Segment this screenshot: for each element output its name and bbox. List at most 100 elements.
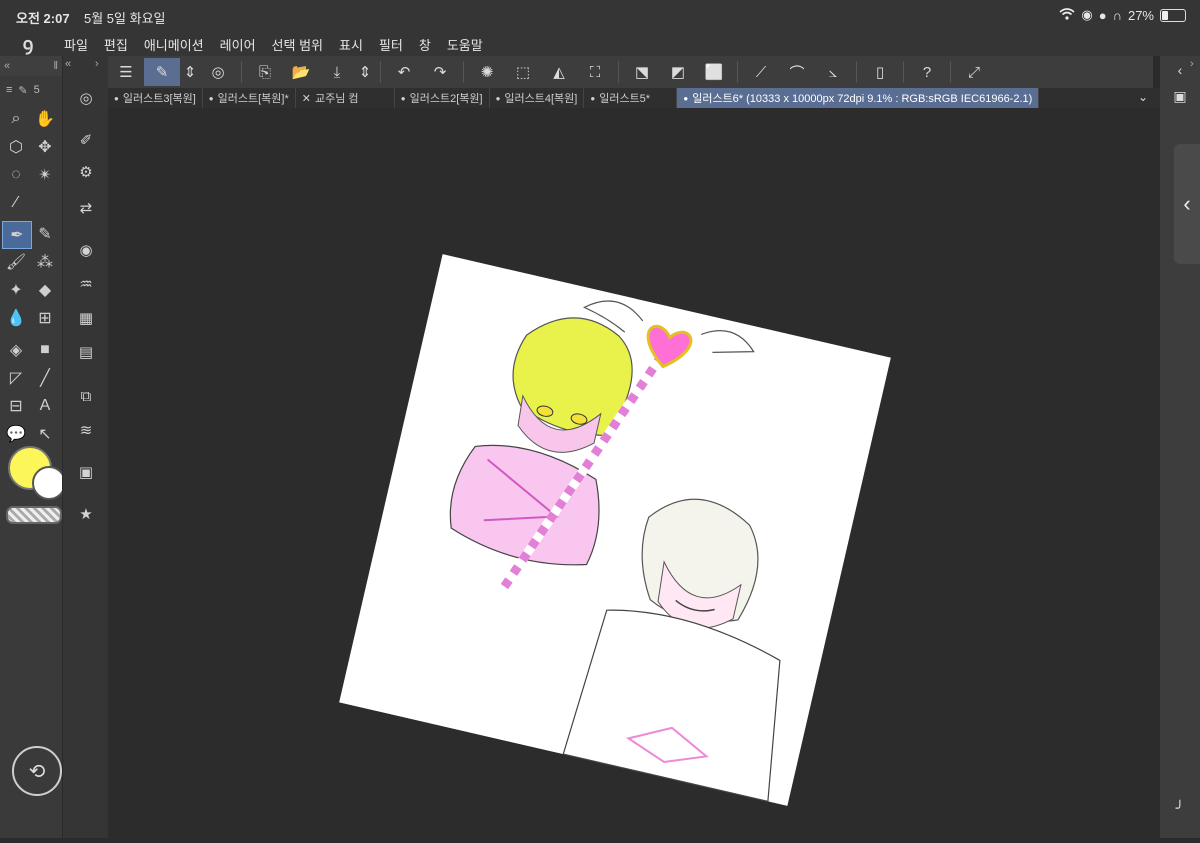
hamburger-menu-icon[interactable]: ☰ (108, 58, 144, 86)
clear-icon[interactable]: ⬚ (505, 58, 541, 86)
collapse-left-icon[interactable]: « (4, 60, 10, 72)
sub-tool-detail-icon[interactable]: ⇄ (73, 196, 99, 220)
text-tool-icon[interactable]: A (31, 393, 59, 419)
line-snap-icon[interactable]: ⦣ (815, 58, 851, 86)
menu-layer[interactable]: 레이어 (212, 35, 264, 54)
tab-canvas-5[interactable]: ● 일러스트4[복원] (490, 88, 585, 108)
airbrush-tool-icon[interactable]: ⁂ (31, 249, 59, 275)
battery-percent: 27% (1127, 7, 1154, 23)
wifi-icon (1059, 7, 1075, 23)
collapse-right-icon[interactable]: ‹ (1168, 58, 1192, 82)
menu-filter[interactable]: 필터 (371, 35, 411, 54)
save-options-icon[interactable]: ⇕ (355, 58, 375, 86)
color-set-icon[interactable]: ♒ (73, 272, 99, 296)
blend-tool-icon[interactable]: 💧 (2, 305, 30, 331)
menu-selection[interactable]: 선택 범위 (264, 35, 331, 54)
loading-spinner-icon[interactable]: ✺ (469, 58, 505, 86)
layer-panel-icon[interactable]: ≋ (73, 418, 99, 442)
menu-lines-icon[interactable]: ≡ (6, 84, 12, 96)
fill-tool-icon[interactable]: ◈ (2, 337, 30, 363)
gradient-tool-icon[interactable]: ■ (31, 337, 59, 363)
move-tool-icon[interactable]: ✥ (31, 134, 59, 160)
tab-canvas-2[interactable]: ● 일러스트[복원]* (203, 88, 296, 108)
transparent-color-swatch[interactable] (6, 506, 62, 524)
brush-tool-icon[interactable]: 🖌 (2, 249, 30, 275)
panel-grip-icon[interactable]: ‖ (53, 60, 58, 72)
color-history-icon[interactable]: ▦ (73, 306, 99, 330)
menu-window[interactable]: 창 (411, 35, 439, 54)
app-logo-icon[interactable]: ꝯ (0, 32, 56, 56)
figure-tool-icon[interactable]: ◸ (2, 365, 30, 391)
deselect-icon[interactable]: ⬔ (624, 58, 660, 86)
magic-wand-icon[interactable]: ✴ (31, 162, 59, 188)
stroke-correction-icon[interactable]: ⌒ (779, 58, 815, 86)
tab-canvas-6[interactable]: ● 일러스트5* (584, 88, 678, 108)
select-all-icon[interactable]: ⬜ (696, 58, 732, 86)
hand-tool-icon[interactable]: ✋ (31, 106, 59, 132)
new-canvas-icon[interactable]: ⎘ (247, 58, 283, 86)
menu-edit[interactable]: 편집 (96, 35, 136, 54)
zoom-tool-icon[interactable]: ⌕ (2, 106, 30, 132)
artwork-svg (339, 254, 891, 806)
color-wheel-icon[interactable]: ◉ (73, 238, 99, 262)
undo-icon[interactable]: ↶ (386, 58, 422, 86)
menu-bar: ꝯ 파일 편집 애니메이션 레이어 선택 범위 표시 필터 창 도움말 (0, 32, 1200, 56)
tab-canvas-4[interactable]: ● 일러스트2[복원] (395, 88, 490, 108)
up-down-toggle-icon[interactable]: ⇕ (180, 58, 200, 86)
corner-resize-icon[interactable]: ╯ (1168, 796, 1192, 820)
save-icon[interactable]: ⤓ (319, 58, 355, 86)
menu-animation[interactable]: 애니메이션 (136, 35, 212, 54)
expand-right-icon[interactable]: › (1190, 58, 1194, 70)
navigator-icon[interactable]: ◎ (73, 86, 99, 110)
record-icon[interactable]: ◎ (200, 58, 236, 86)
object-tool-icon[interactable]: ⬡ (2, 134, 30, 160)
layer-preview-icon[interactable]: ▣ (1168, 84, 1192, 108)
ruler-snap-icon[interactable]: ⟋ (743, 58, 779, 86)
material-icon[interactable]: ▣ (73, 460, 99, 484)
status-time: 오전 2:07 (16, 11, 70, 26)
help-icon[interactable]: ? (909, 58, 945, 86)
eraser-tool-icon[interactable]: ◆ (31, 277, 59, 303)
sub-color-swatch[interactable] (32, 466, 66, 500)
tab-canvas-3[interactable]: ✕ 교주님 컴 (296, 88, 395, 108)
canvas-area[interactable] (108, 108, 1160, 838)
operation-tool-icon[interactable]: ↖ (31, 421, 59, 447)
pencil-tool-icon[interactable]: ✎ (31, 221, 59, 247)
fullscreen-icon[interactable]: ⤢ (956, 58, 992, 86)
smartphone-icon[interactable]: ▯ (862, 58, 898, 86)
pen-tool-icon[interactable]: ✒ (2, 221, 32, 249)
tab-canvas-active[interactable]: ● 일러스트6* (10333 x 10000px 72dpi 9.1% : RG… (677, 88, 1040, 108)
edit-mode-icon[interactable]: ✎ (144, 58, 180, 86)
tabs-dropdown-icon[interactable]: ⌄ (1138, 90, 1148, 104)
command-bar: ☰ ✎ ⇕ ◎ ⎘ 📂 ⤓ ⇕ ↶ ↷ ✺ ⬚ ◭ ⛶ ⬔ ◩ ⬜ ⟋ ⌒ ⦣ … (108, 56, 1153, 88)
tab-canvas-1[interactable]: ● 일러스트3[복원] (108, 88, 203, 108)
fill-icon[interactable]: ◭ (541, 58, 577, 86)
collapse-palette-icon[interactable]: « (65, 58, 71, 70)
animation-timeline-icon[interactable]: ▤ (73, 340, 99, 364)
favorites-folder-icon[interactable]: ★ (73, 502, 99, 526)
balloon-tool-icon[interactable]: 💬 (2, 421, 30, 447)
tool-property-icon[interactable]: ⚙ (73, 160, 99, 184)
rotate-canvas-button[interactable]: ⟲ (12, 746, 62, 796)
status-date: 5월 5일 화요일 (84, 11, 166, 26)
frame-tool-icon[interactable]: ⊟ (2, 393, 30, 419)
brush-size-icon[interactable]: ✐ (73, 128, 99, 152)
menu-help[interactable]: 도움말 (439, 35, 491, 54)
redo-icon[interactable]: ↷ (422, 58, 458, 86)
lasso-tool-icon[interactable]: ◌ (2, 162, 30, 188)
open-folder-icon[interactable]: 📂 (283, 58, 319, 86)
decoration-tool-icon[interactable]: ✦ (2, 277, 30, 303)
line-tool-icon[interactable]: ╱ (31, 365, 59, 391)
orientation-lock-icon: ◉ (1081, 7, 1093, 22)
tool-strip: « ‖ ≡ ✎ 5 ⌕ ✋ ⬡ ✥ ◌ ✴ ⁄ ✒ ✎ 🖌 ⁂ ✦ ◆ 💧 ⊞ … (0, 56, 66, 838)
invert-selection-icon[interactable]: ◩ (660, 58, 696, 86)
expand-palette-icon[interactable]: › (95, 58, 99, 70)
right-panel: ‹ › ▣ ‹ ╯ (1160, 56, 1200, 838)
layer-property-icon[interactable]: ⧉ (73, 384, 99, 408)
menu-file[interactable]: 파일 (56, 35, 96, 54)
eyedropper-tool-icon[interactable]: ⁄ (2, 190, 30, 216)
grid-tool-icon[interactable]: ⊞ (31, 305, 59, 331)
menu-view[interactable]: 표시 (331, 35, 371, 54)
panel-expand-handle-icon[interactable]: ‹ (1174, 144, 1200, 264)
transform-icon[interactable]: ⛶ (577, 58, 613, 86)
